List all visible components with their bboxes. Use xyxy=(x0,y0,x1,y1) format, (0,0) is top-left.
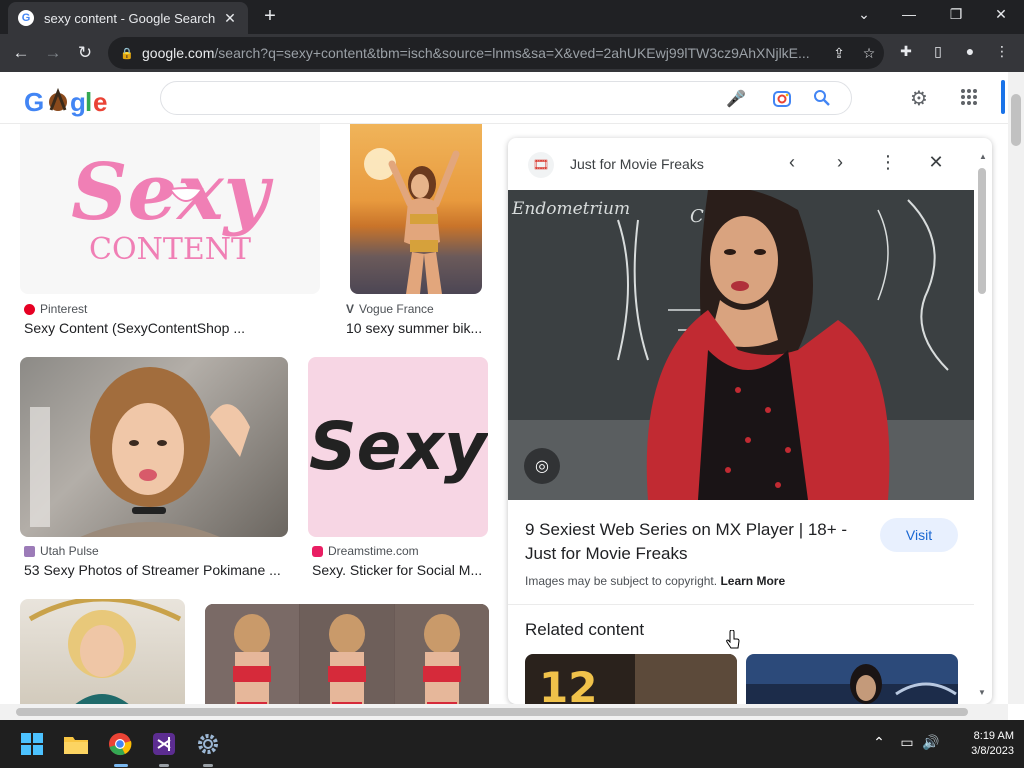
show-hidden-icons-chevron-icon[interactable]: ⌃ xyxy=(868,734,890,751)
previous-chevron-icon[interactable]: ‹ xyxy=(780,152,804,176)
result-thumbnail[interactable]: Sexy CONTENT xyxy=(20,124,320,294)
svg-text:Endometrium: Endometrium xyxy=(511,199,630,219)
settings-gear-app-icon[interactable] xyxy=(192,728,224,760)
result-thumbnail[interactable] xyxy=(20,599,185,704)
windows-taskbar: ⌃ ▭ 🔊 8:19 AM 3/8/2023 xyxy=(0,720,1024,768)
scrollbar-thumb[interactable] xyxy=(1011,94,1021,146)
related-content-heading: Related content xyxy=(525,620,645,639)
google-lens-icon[interactable] xyxy=(771,89,793,109)
site-favicon-icon: 🎞 xyxy=(528,152,554,178)
pinterest-icon xyxy=(24,303,35,315)
lens-search-icon[interactable]: ◎ xyxy=(524,448,560,484)
result-source[interactable]: V Vogue France xyxy=(346,302,434,316)
new-tab-icon[interactable]: + xyxy=(258,6,282,28)
dreamstime-icon xyxy=(312,545,323,557)
browser-toolbar: ← → ↻ 🔒 google.com/search?q=sexy+content… xyxy=(0,34,1024,72)
extensions-icon[interactable]: ✚ xyxy=(895,43,917,63)
window-close-icon[interactable]: ✕ xyxy=(989,6,1013,23)
svg-text:12: 12 xyxy=(539,663,597,704)
result-source[interactable]: Utah Pulse xyxy=(24,544,99,558)
minimize-icon[interactable]: — xyxy=(897,6,921,22)
google-logo[interactable]: G g l e xyxy=(24,86,118,125)
network-icon[interactable]: ▭ xyxy=(896,734,918,751)
result-source[interactable]: Dreamstime.com xyxy=(312,544,419,558)
hand-cursor-icon xyxy=(726,630,740,649)
result-caption[interactable]: Sexy Content (SexyContentShop ... xyxy=(24,320,320,336)
url-text[interactable]: google.com/search?q=sexy+content&tbm=isc… xyxy=(142,45,824,61)
copyright-notice: Images may be subject to copyright. Lear… xyxy=(525,574,786,588)
google-favicon-icon: G xyxy=(18,10,34,26)
svg-text:l: l xyxy=(85,87,91,117)
result-caption[interactable]: 10 sexy summer bik... xyxy=(346,320,486,336)
scrollbar-thumb[interactable] xyxy=(16,708,968,716)
share-icon[interactable]: ⇪ xyxy=(824,45,854,62)
image-results-grid: Sexy CONTENT Pinterest Sexy Content (Sex… xyxy=(0,124,500,704)
back-arrow-icon[interactable]: ← xyxy=(10,42,32,64)
tab-title: sexy content - Google Search xyxy=(44,10,216,26)
microphone-icon[interactable]: 🎤 xyxy=(725,89,747,109)
svg-text:g: g xyxy=(70,87,85,117)
bookmark-star-icon[interactable]: ☆ xyxy=(854,45,884,62)
tab-close-icon[interactable]: ✕ xyxy=(222,10,238,27)
preview-title[interactable]: 9 Sexiest Web Series on MX Player | 18+ … xyxy=(525,518,865,566)
windows-start-icon[interactable] xyxy=(16,728,48,760)
result-thumbnail[interactable]: Sexy xyxy=(308,357,488,537)
preview-image[interactable]: Endometrium Cer ◎ xyxy=(508,190,974,500)
running-indicator xyxy=(114,764,128,767)
restore-icon[interactable]: ❐ xyxy=(944,6,968,23)
visit-button[interactable]: Visit xyxy=(880,518,958,552)
utah-pulse-icon xyxy=(24,545,35,557)
learn-more-link[interactable]: Learn More xyxy=(720,574,785,588)
result-thumbnail[interactable] xyxy=(205,604,489,704)
svg-text:G: G xyxy=(24,87,43,117)
chrome-menu-icon[interactable]: ⋮ xyxy=(991,43,1013,63)
lock-icon[interactable]: 🔒 xyxy=(120,47,134,60)
chrome-icon[interactable] xyxy=(104,728,136,760)
page-horizontal-scrollbar[interactable] xyxy=(0,704,1008,720)
search-input[interactable]: 🎤 xyxy=(160,81,852,115)
search-icon[interactable] xyxy=(811,89,833,109)
settings-gear-icon[interactable]: ⚙ xyxy=(906,86,932,110)
image-preview-panel: 🎞 Just for Movie Freaks ‹ › ⋮ ✕ Endometr… xyxy=(508,138,992,704)
result-source[interactable]: Pinterest xyxy=(24,302,87,316)
running-indicator xyxy=(159,764,169,767)
running-indicator xyxy=(203,764,213,767)
volume-icon[interactable]: 🔊 xyxy=(920,734,942,751)
result-thumbnail[interactable] xyxy=(350,124,482,294)
tab-search-chevron-icon[interactable]: ⌄ xyxy=(852,6,876,23)
forward-arrow-icon[interactable]: → xyxy=(42,42,64,64)
more-options-icon[interactable]: ⋮ xyxy=(876,152,900,176)
reload-icon[interactable]: ↻ xyxy=(74,42,96,64)
next-chevron-icon[interactable]: › xyxy=(828,152,852,176)
doodle-logo-icon: G g l e xyxy=(24,87,108,117)
preview-scrollbar[interactable]: ▲ ▼ xyxy=(976,152,988,702)
address-bar[interactable]: 🔒 google.com/search?q=sexy+content&tbm=i… xyxy=(108,37,884,69)
result-caption[interactable]: Sexy. Sticker for Social M... xyxy=(312,562,488,578)
sign-in-button-edge[interactable] xyxy=(1001,80,1005,114)
result-thumbnail[interactable] xyxy=(20,357,288,537)
page-vertical-scrollbar[interactable] xyxy=(1008,72,1024,704)
visual-studio-icon[interactable] xyxy=(148,728,180,760)
vogue-icon: V xyxy=(346,302,355,316)
system-clock[interactable]: 8:19 AM 3/8/2023 xyxy=(944,729,1014,759)
browser-tab-strip: G sexy content - Google Search ✕ + ⌄ — ❐… xyxy=(0,0,1024,34)
result-caption[interactable]: 53 Sexy Photos of Streamer Pokimane ... xyxy=(24,562,286,578)
file-explorer-icon[interactable] xyxy=(60,728,92,760)
svg-text:CONTENT: CONTENT xyxy=(89,232,251,267)
svg-text:e: e xyxy=(93,87,107,117)
side-panel-icon[interactable]: ▯ xyxy=(927,43,949,63)
related-thumbnail[interactable] xyxy=(746,654,958,704)
divider xyxy=(508,604,974,605)
profile-avatar-icon[interactable]: ● xyxy=(959,43,981,63)
preview-header: 🎞 Just for Movie Freaks ‹ › ⋮ ✕ xyxy=(508,138,974,190)
svg-text:Sexy: Sexy xyxy=(309,408,488,485)
active-tab[interactable]: G sexy content - Google Search ✕ xyxy=(8,2,248,34)
google-header: G g l e 🎤 ⚙ xyxy=(0,72,1008,124)
apps-grid-icon[interactable] xyxy=(956,86,982,110)
close-preview-icon[interactable]: ✕ xyxy=(924,152,948,176)
related-thumbnail[interactable]: 12 xyxy=(525,654,737,704)
preview-source-name[interactable]: Just for Movie Freaks xyxy=(570,156,704,172)
